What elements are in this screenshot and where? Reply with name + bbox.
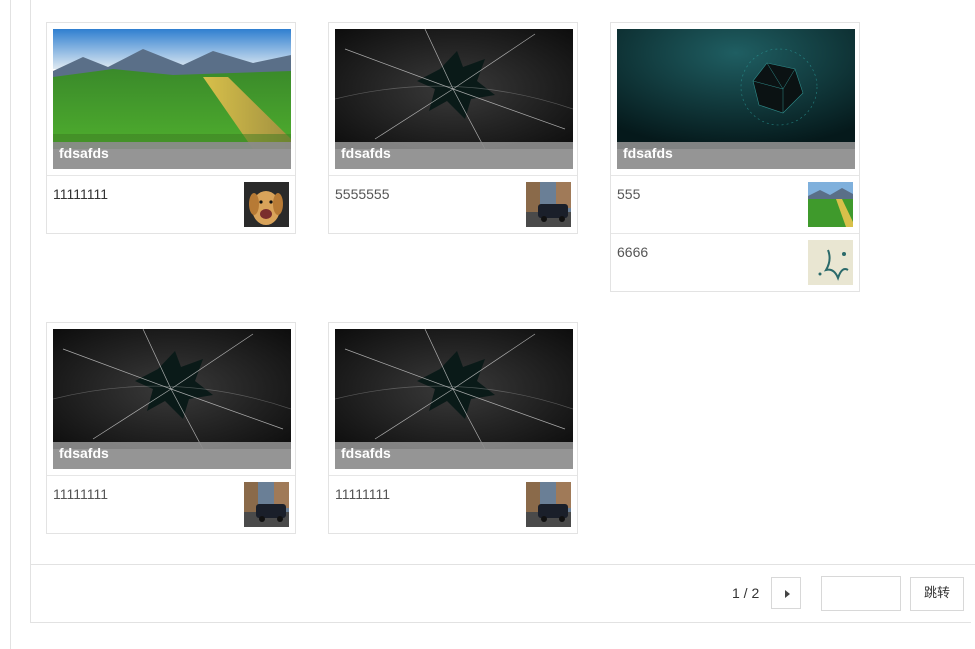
- cover-caption-text: fdsafds: [341, 445, 391, 461]
- splash-art-thumbnail: [808, 240, 853, 285]
- card-cover[interactable]: fdsafds: [335, 29, 573, 169]
- street-car-thumbnail: [526, 182, 571, 227]
- teal-polyhedron-image: [617, 29, 855, 149]
- card-item[interactable]: 6666: [611, 233, 859, 291]
- landscape-image: [53, 29, 291, 149]
- card-item[interactable]: 555: [611, 175, 859, 233]
- item-title: 6666: [617, 244, 649, 260]
- card-cover[interactable]: fdsafds: [53, 29, 291, 169]
- cover-caption: fdsafds: [335, 142, 573, 169]
- album-card: fdsafds 11111111: [46, 322, 296, 534]
- cover-caption-text: fdsafds: [623, 145, 673, 161]
- cover-caption: fdsafds: [53, 142, 291, 169]
- card-cover[interactable]: fdsafds: [335, 329, 573, 469]
- album-card: fdsafds 555 6666: [610, 22, 860, 292]
- album-card: fdsafds 11111111: [328, 322, 578, 534]
- jump-button[interactable]: 跳转: [910, 577, 964, 611]
- card-cover[interactable]: fdsafds: [53, 329, 291, 469]
- dog-thumbnail: [244, 182, 289, 227]
- card-cover[interactable]: fdsafds: [617, 29, 855, 169]
- card-item[interactable]: 11111111: [47, 475, 295, 533]
- page-jump-input[interactable]: [821, 576, 901, 611]
- next-page-button[interactable]: [771, 577, 801, 609]
- cover-caption-text: fdsafds: [59, 145, 109, 161]
- caret-right-icon: [785, 590, 790, 598]
- cover-caption-text: fdsafds: [341, 145, 391, 161]
- shattered-glass-image: [53, 329, 291, 449]
- cover-caption: fdsafds: [335, 442, 573, 469]
- cover-caption-text: fdsafds: [59, 445, 109, 461]
- street-car-thumbnail: [244, 482, 289, 527]
- cover-caption: fdsafds: [617, 142, 855, 169]
- album-card: fdsafds 11111111: [46, 22, 296, 234]
- card-item[interactable]: 11111111: [329, 475, 577, 533]
- landscape-thumbnail: [808, 182, 853, 227]
- item-title: 555: [617, 186, 641, 202]
- cover-caption: fdsafds: [53, 442, 291, 469]
- shattered-glass-image: [335, 329, 573, 449]
- item-title: 11111111: [53, 486, 109, 502]
- card-item[interactable]: 11111111: [47, 175, 295, 233]
- shattered-glass-image: [335, 29, 573, 149]
- item-title: 5555555: [335, 186, 390, 202]
- item-title: 11111111: [53, 186, 109, 202]
- item-title: 11111111: [335, 486, 391, 502]
- album-card: fdsafds 5555555: [328, 22, 578, 234]
- card-item[interactable]: 5555555: [329, 175, 577, 233]
- street-car-thumbnail: [526, 482, 571, 527]
- page-indicator: 1 / 2: [732, 585, 760, 601]
